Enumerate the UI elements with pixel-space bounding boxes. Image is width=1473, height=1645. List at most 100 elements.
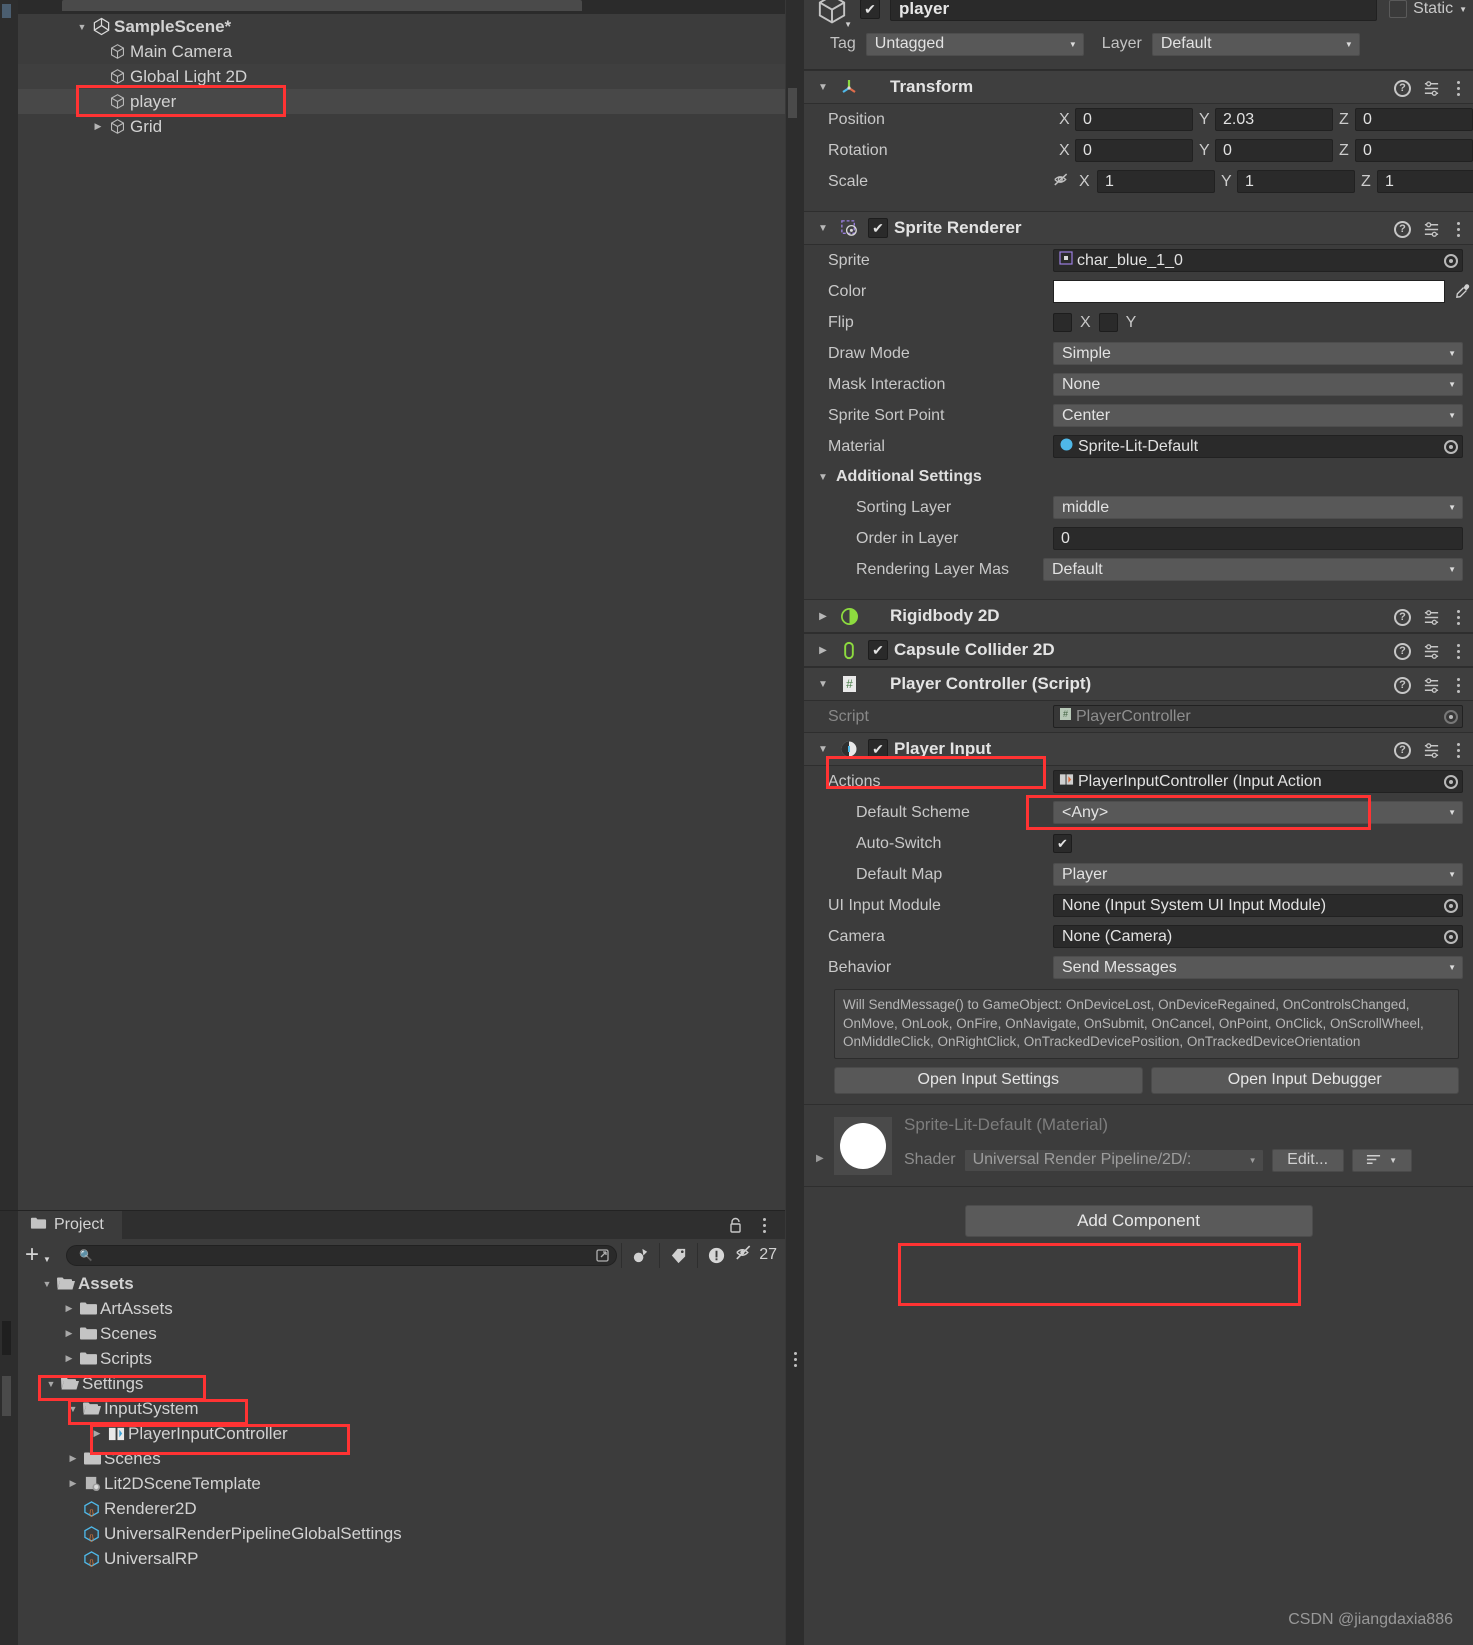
warning-filter-button[interactable] [697,1242,736,1268]
tag-dropdown[interactable]: Untagged ▼ [865,32,1084,56]
sprite-object-field[interactable]: char_blue_1_0 [1053,249,1463,272]
project-search-field[interactable]: 🔍 [66,1244,618,1266]
project-item-renderer2d[interactable]: {} Renderer2D [18,1496,785,1521]
help-icon[interactable]: ? [1394,642,1411,660]
eyedropper-icon[interactable] [1451,283,1473,300]
project-item-assets[interactable]: ▼ Assets [18,1271,785,1296]
project-item-scenes-1[interactable]: ▶ Scenes [18,1321,785,1346]
default-map-dropdown[interactable]: Player ▼ [1053,863,1463,886]
player-input-enabled-checkbox[interactable]: ✔ [868,739,888,759]
additional-settings-header[interactable]: ▼ Additional Settings [804,462,1473,492]
component-header-player-input[interactable]: ▼ ✔ Player Input ? [804,732,1473,766]
chevron-right-icon[interactable]: ▶ [90,121,106,132]
scale-x-field[interactable]: 1 [1097,170,1215,193]
position-z-field[interactable]: 0 [1355,108,1473,131]
help-icon[interactable]: ? [1394,608,1411,626]
rail-kebab-menu[interactable] [790,1350,800,1368]
position-x-field[interactable]: 0 [1075,108,1193,131]
search-expand-icon[interactable] [596,1248,613,1264]
chevron-right-icon[interactable]: ▶ [62,1303,76,1314]
rotation-y-field[interactable]: 0 [1215,139,1333,162]
scale-y-field[interactable]: 1 [1237,170,1355,193]
chevron-down-icon[interactable]: ▼ [66,1404,80,1414]
chevron-down-icon[interactable]: ▼ [812,744,834,755]
chevron-right-icon[interactable]: ▶ [66,1453,80,1464]
chevron-down-icon[interactable]: ▼ [74,22,90,32]
project-item-inputsystem[interactable]: ▼ InputSystem [18,1396,785,1421]
capsule-collider-enabled-checkbox[interactable]: ✔ [868,640,888,660]
help-icon[interactable]: ? [1394,676,1411,694]
position-y-field[interactable]: 2.03 [1215,108,1333,131]
project-item-scripts[interactable]: ▶ Scripts [18,1346,785,1371]
chevron-right-icon[interactable]: ▶ [66,1478,80,1489]
filter-by-label-button[interactable] [659,1242,698,1268]
actions-object-field[interactable]: PlayerInputController (Input Action [1053,770,1463,793]
chevron-down-icon[interactable]: ▼ [818,472,836,483]
shader-list-button[interactable]: ▼ [1351,1148,1412,1172]
preset-icon[interactable] [1423,742,1439,758]
ui-input-module-object-field[interactable]: None (Input System UI Input Module) [1053,894,1463,917]
hierarchy-item-main-camera[interactable]: Main Camera [18,39,785,64]
project-item-universalrp[interactable]: {} UniversalRP [18,1546,785,1571]
rotation-x-field[interactable]: 0 [1075,139,1193,162]
static-checkbox[interactable] [1389,0,1408,18]
order-in-layer-field[interactable]: 0 [1053,527,1463,550]
gameobject-enabled-checkbox[interactable]: ✔ [860,0,880,19]
chevron-right-icon[interactable]: ▶ [812,611,834,622]
project-item-settings[interactable]: ▼ Settings [18,1371,785,1396]
open-input-debugger-button[interactable]: Open Input Debugger [1150,1066,1459,1094]
preset-icon[interactable] [1423,677,1439,693]
chevron-down-icon[interactable]: ▼ [844,20,852,29]
chevron-right-icon[interactable]: ▶ [812,645,834,656]
shader-dropdown[interactable]: Universal Render Pipeline/2D/: ▼ [963,1148,1264,1172]
create-asset-button[interactable]: + ▼ [18,1239,58,1271]
project-item-artassets[interactable]: ▶ ArtAssets [18,1296,785,1321]
mask-interaction-dropdown[interactable]: None ▼ [1053,373,1463,396]
sprite-renderer-enabled-checkbox[interactable]: ✔ [868,218,888,238]
chevron-down-icon[interactable]: ▼ [44,1379,58,1389]
component-header-sprite-renderer[interactable]: ▼ ✔ Sprite Renderer ? [804,211,1473,245]
component-header-player-controller[interactable]: ▼ # Player Controller (Script) ? [804,667,1473,701]
edit-shader-button[interactable]: Edit... [1271,1148,1344,1172]
component-kebab-menu[interactable] [1451,741,1465,759]
draw-mode-dropdown[interactable]: Simple ▼ [1053,342,1463,365]
sprite-sort-point-dropdown[interactable]: Center ▼ [1053,404,1463,427]
chevron-down-icon[interactable]: ▼ [812,82,834,93]
project-item-playerinputcontroller[interactable]: ▶ PlayerInputController [18,1421,785,1446]
lock-icon[interactable] [728,1217,743,1238]
material-object-field[interactable]: Sprite-Lit-Default [1053,435,1463,458]
object-picker-icon[interactable] [1444,898,1458,913]
component-header-transform[interactable]: ▼ Transform ? [804,70,1473,104]
preset-icon[interactable] [1423,609,1439,625]
object-picker-icon[interactable] [1444,253,1458,268]
project-item-urp-global-settings[interactable]: {} UniversalRenderPipelineGlobalSettings [18,1521,785,1546]
hierarchy-item-global-light-2d[interactable]: Global Light 2D [18,64,785,89]
add-component-button[interactable]: Add Component [964,1205,1313,1237]
chevron-down-icon[interactable]: ▼ [40,1279,54,1289]
object-picker-icon[interactable] [1444,929,1458,944]
preset-icon[interactable] [1423,221,1439,237]
static-toggle-group[interactable]: Static ▼ [1389,0,1467,18]
flip-y-checkbox[interactable] [1098,313,1118,332]
chevron-right-icon[interactable]: ▶ [90,1428,104,1439]
default-scheme-dropdown[interactable]: <Any> ▼ [1053,801,1463,824]
color-swatch[interactable] [1053,280,1445,303]
project-item-lit2dscenetemplate[interactable]: ▶ Lit2DSceneTemplate [18,1471,785,1496]
chevron-right-icon[interactable]: ▶ [62,1328,76,1339]
rendering-layer-dropdown[interactable]: Default ▼ [1043,558,1463,581]
filter-by-type-button[interactable] [621,1242,660,1268]
hierarchy-tab-frame[interactable] [62,0,582,11]
scale-z-field[interactable]: 1 [1377,170,1473,193]
component-header-rigidbody2d[interactable]: ▶ Rigidbody 2D ? [804,599,1473,633]
component-kebab-menu[interactable] [1451,220,1465,238]
hierarchy-item-player[interactable]: player [18,89,785,114]
help-icon[interactable]: ? [1394,220,1411,238]
rotation-z-field[interactable]: 0 [1355,139,1473,162]
chevron-down-icon[interactable]: ▼ [812,679,834,690]
project-kebab-menu[interactable] [757,1216,771,1234]
component-kebab-menu[interactable] [1451,676,1465,694]
layer-dropdown[interactable]: Default ▼ [1151,32,1360,56]
search-input[interactable] [98,1247,609,1263]
component-kebab-menu[interactable] [1451,642,1465,660]
auto-switch-checkbox[interactable]: ✔ [1053,834,1072,853]
